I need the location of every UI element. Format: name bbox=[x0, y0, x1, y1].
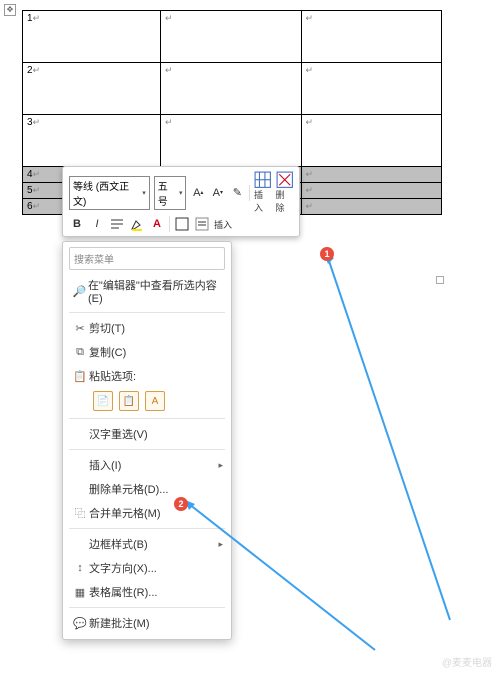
menu-delete-cells[interactable]: 删除单元格(D)... bbox=[63, 477, 231, 501]
mini-toolbar: 等线 (西文正文)▾ 五号▾ A▴ A▾ ✎ 插入 删除 B I A 插入 bbox=[62, 166, 300, 237]
table-cell[interactable]: ↵ bbox=[301, 115, 442, 167]
menu-insert[interactable]: 插入(I)▸ bbox=[63, 453, 231, 477]
menu-copy[interactable]: ⧉复制(C) bbox=[63, 340, 231, 364]
menu-lookup[interactable]: 🔎在"编辑器"中查看所选内容(E) bbox=[63, 273, 231, 309]
menu-search-input[interactable]: 搜索菜单 bbox=[69, 247, 225, 270]
font-color-button[interactable]: A bbox=[149, 216, 165, 232]
search-icon: 🔎 bbox=[71, 285, 88, 298]
table-cell[interactable]: ↵ bbox=[161, 63, 302, 115]
menu-cut[interactable]: ✂剪切(T) bbox=[63, 316, 231, 340]
insert-button[interactable]: 插入 bbox=[214, 216, 232, 232]
table-cell[interactable]: ↵ bbox=[301, 183, 442, 199]
comment-icon: 💬 bbox=[71, 617, 89, 630]
format-painter-button[interactable]: ✎ bbox=[230, 185, 246, 201]
table-cell[interactable]: 1↵ bbox=[23, 11, 161, 63]
watermark: @麦麦电器 bbox=[442, 654, 492, 669]
callout-badge-1: 1 bbox=[320, 247, 334, 261]
table-cell[interactable]: 3↵ bbox=[23, 115, 161, 167]
grow-font-button[interactable]: A▴ bbox=[190, 185, 206, 201]
copy-icon: ⧉ bbox=[71, 346, 89, 359]
table-icon: ▦ bbox=[71, 586, 89, 599]
table-cell[interactable]: ↵ bbox=[161, 11, 302, 63]
font-selector[interactable]: 等线 (西文正文)▾ bbox=[69, 176, 150, 210]
menu-paste-options: 📋粘贴选项: bbox=[63, 364, 231, 388]
cell-align-button[interactable] bbox=[194, 216, 210, 232]
highlight-button[interactable] bbox=[129, 216, 145, 232]
table-anchor-icon: ✥ bbox=[4, 4, 16, 16]
bold-button[interactable]: B bbox=[69, 216, 85, 232]
callout-badge-2: 2 bbox=[174, 497, 188, 511]
borders-button[interactable] bbox=[174, 216, 190, 232]
table-cell[interactable]: ↵ bbox=[301, 199, 442, 215]
font-size-selector[interactable]: 五号▾ bbox=[154, 176, 187, 210]
menu-hanzi[interactable]: 汉字重选(V) bbox=[63, 422, 231, 446]
shrink-font-button[interactable]: A▾ bbox=[210, 185, 226, 201]
scissors-icon: ✂ bbox=[71, 322, 89, 335]
annotation-arrow-2 bbox=[185, 500, 385, 660]
table-cell[interactable]: ↵ bbox=[161, 115, 302, 167]
delete-group[interactable]: 删除 bbox=[276, 171, 293, 214]
paste-option-1[interactable]: 📄 bbox=[93, 391, 113, 411]
paste-option-3[interactable]: A bbox=[145, 391, 165, 411]
insert-group[interactable]: 插入 bbox=[254, 171, 271, 214]
text-direction-icon: ↕ bbox=[71, 562, 89, 574]
table-cell[interactable]: 2↵ bbox=[23, 63, 161, 115]
table-cell[interactable]: ↵ bbox=[301, 11, 442, 63]
paste-option-2[interactable]: 📋 bbox=[119, 391, 139, 411]
table-cell[interactable]: ↵ bbox=[301, 167, 442, 183]
chevron-right-icon: ▸ bbox=[218, 460, 223, 471]
merge-icon: ⿻ bbox=[71, 505, 89, 521]
italic-button[interactable]: I bbox=[89, 216, 105, 232]
align-button[interactable] bbox=[109, 216, 125, 232]
paste-icon: 📋 bbox=[71, 370, 89, 383]
table-cell[interactable]: ↵ bbox=[301, 63, 442, 115]
